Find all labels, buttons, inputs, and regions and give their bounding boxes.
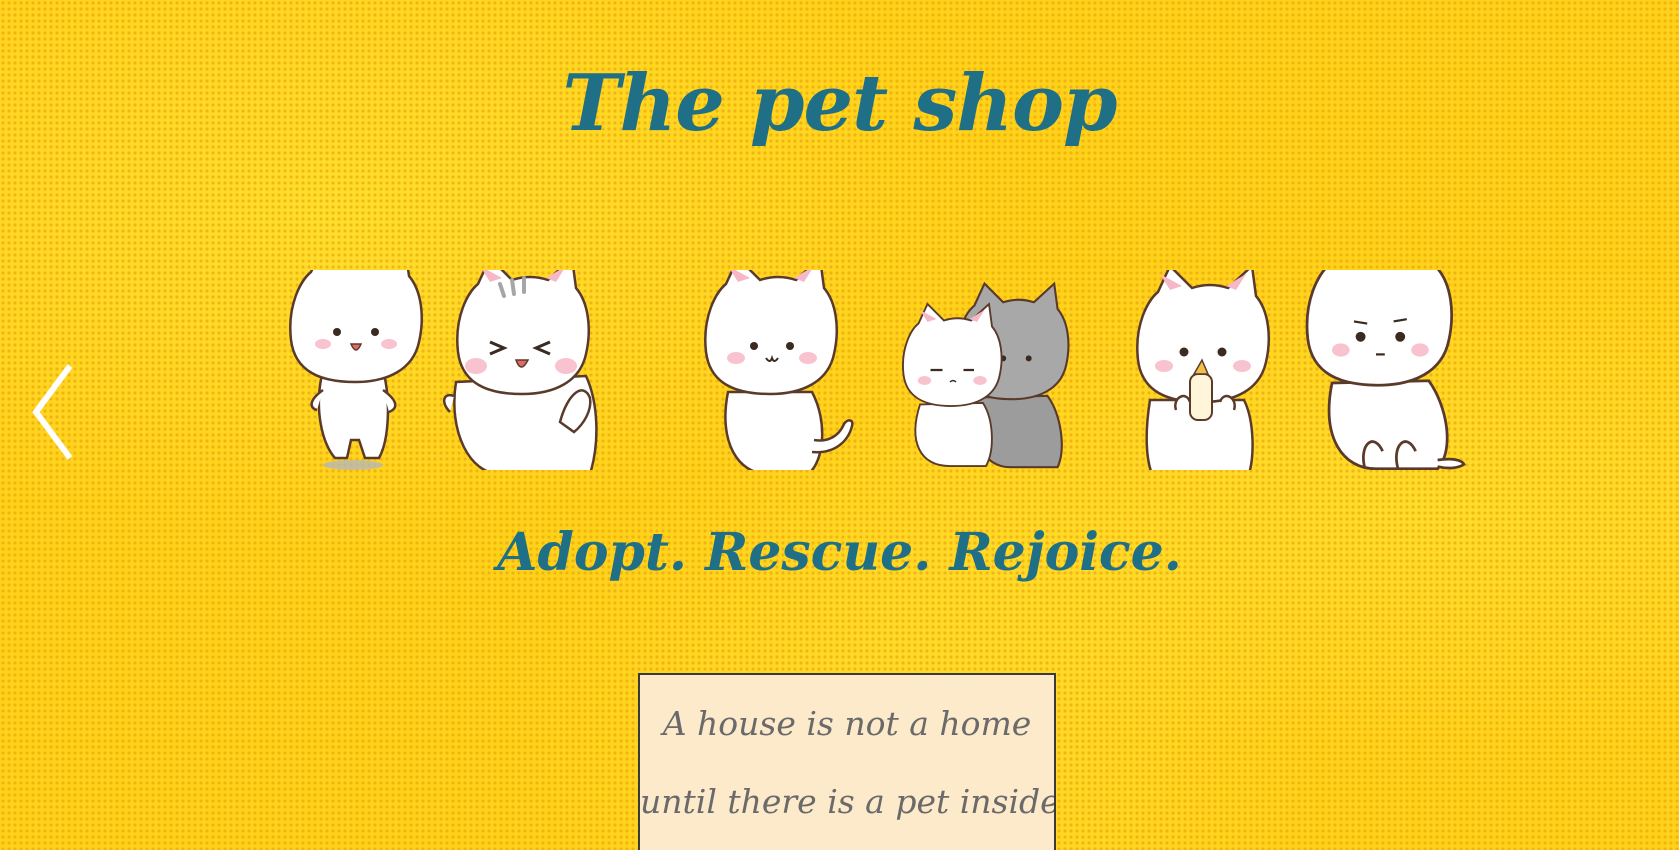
- image-carousel: [0, 270, 1679, 470]
- page: The pet shop Adopt. Rescue. Rejoice. A h…: [0, 0, 1679, 850]
- tagline: Adopt. Rescue. Rejoice.: [497, 522, 1182, 583]
- carousel-prev-button[interactable]: [28, 362, 78, 462]
- kitten-5: [1136, 270, 1271, 470]
- quote-line-2: until there is a pet inside.: [640, 782, 1056, 821]
- kitten-1: [289, 270, 424, 470]
- quote-line-1: A house is not a home: [662, 704, 1032, 743]
- kitten-4-pair: [902, 281, 1070, 469]
- quote-box: A house is not a home until there is a p…: [638, 673, 1056, 850]
- kitten-3: [704, 270, 854, 470]
- kitten-6: [1305, 270, 1466, 470]
- kittens-illustration: [289, 270, 1466, 470]
- chevron-left-icon: [32, 364, 73, 460]
- kitten-2: [442, 270, 598, 470]
- page-title: The pet shop: [562, 58, 1117, 149]
